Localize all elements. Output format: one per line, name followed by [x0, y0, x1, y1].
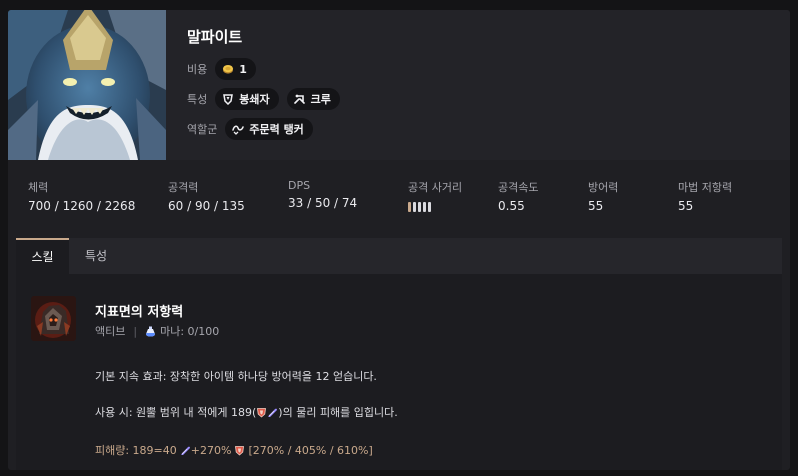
champion-header: 말파이트 비용 1 특성 봉쇄자 크루 역할군 주문력 탱커 [8, 10, 790, 160]
range-segment [418, 202, 421, 212]
skill-active-text-end: )의 물리 피해를 입힙니다. [278, 406, 398, 419]
stat-value: 55 [588, 199, 604, 213]
champion-portrait [8, 10, 166, 160]
stat-label: 공격속도 [498, 181, 539, 194]
damage-values: [270% / 405% / 610%] [248, 443, 373, 457]
stat-value: 700 / 1260 / 2268 [28, 199, 136, 213]
range-segment [423, 202, 426, 212]
trait-label-1: 봉쇄자 [239, 93, 270, 106]
spell-tank-icon [232, 123, 245, 135]
range-segment [413, 202, 416, 212]
stats-bar: 체력 700 / 1260 / 2268 공격력 60 / 90 / 135 D… [8, 160, 790, 230]
stat-value: 60 / 90 / 135 [168, 199, 245, 213]
ability-power-icon [267, 407, 278, 418]
stat-armor: 방어력 55 [588, 179, 618, 213]
role-value: 주문력 탱커 [249, 123, 304, 136]
shield-trait-icon [222, 93, 234, 105]
champion-name: 말파이트 [187, 28, 243, 46]
cost-chip: 1 [215, 58, 256, 80]
skill-mana: 마나: 0/100 [160, 325, 220, 338]
trait-chip-2[interactable]: 크루 [286, 88, 340, 110]
role-row: 역할군 주문력 탱커 [187, 118, 321, 140]
traits-row: 특성 봉쇄자 크루 [187, 88, 348, 110]
stat-value: 55 [678, 199, 694, 213]
role-chip: 주문력 탱커 [225, 118, 313, 140]
stat-label: 공격력 [168, 181, 199, 194]
attack-range-indicator [408, 202, 462, 212]
trait-chip-1[interactable]: 봉쇄자 [215, 88, 279, 110]
stat-label: 방어력 [588, 181, 619, 194]
detail-tabs: 스킬 특성 [16, 238, 782, 274]
cost-row: 비용 1 [187, 58, 264, 80]
stat-value: 33 / 50 / 74 [288, 196, 358, 210]
stat-magic-resist: 마법 저항력 55 [678, 179, 732, 213]
skill-passive-text: 기본 지속 효과: 장착한 아이템 하나당 방어력을 12 얻습니다. [95, 370, 377, 383]
skill-panel: 지표면의 저항력 액티브 | 마나: 0/100 기본 지속 효과: 장착한 아… [16, 274, 782, 470]
mana-potion-icon [145, 326, 156, 337]
trait-label-2: 크루 [310, 93, 331, 106]
ability-power-icon [180, 445, 191, 456]
tab-skill[interactable]: 스킬 [16, 238, 69, 274]
skill-meta: 액티브 | 마나: 0/100 [95, 323, 219, 339]
stat-label: 마법 저항력 [678, 181, 733, 194]
skill-active-line: 사용 시: 원뿔 범위 내 적에게 189( )의 물리 피해를 입힙니다. [95, 404, 398, 420]
stat-attack-damage: 공격력 60 / 90 / 135 [168, 179, 245, 213]
crew-trait-icon [293, 93, 306, 105]
stat-label: 체력 [28, 181, 49, 194]
role-label: 역할군 [187, 123, 218, 136]
stat-dps: DPS 33 / 50 / 74 [288, 179, 357, 210]
damage-label: 피해량: 189=40 [95, 444, 177, 457]
skill-name: 지표면의 저항력 [95, 305, 184, 320]
skill-type: 액티브 [95, 325, 126, 338]
stat-value: 0.55 [498, 199, 525, 213]
cost-label: 비용 [187, 63, 208, 76]
stat-health: 체력 700 / 1260 / 2268 [28, 179, 135, 213]
cost-value: 1 [239, 62, 247, 76]
stat-attack-speed: 공격속도 0.55 [498, 179, 538, 213]
coin-icon [222, 63, 234, 75]
traits-label: 특성 [187, 93, 208, 106]
range-segment [408, 202, 411, 212]
meta-divider: | [133, 324, 138, 338]
armor-icon [234, 445, 245, 456]
skill-damage-line: 피해량: 189=40 +270% [270% / 405% / 610%] [95, 442, 373, 458]
skill-active-text-start: 사용 시: 원뿔 범위 내 적에게 189( [95, 406, 257, 419]
stat-label: DPS [288, 179, 311, 192]
skill-icon [31, 296, 76, 341]
range-segment [428, 202, 431, 212]
stat-label: 공격 사거리 [408, 181, 463, 194]
stat-attack-range: 공격 사거리 [408, 179, 462, 212]
damage-ratio: +270% [190, 443, 232, 457]
armor-icon [256, 407, 267, 418]
champion-card: 말파이트 비용 1 특성 봉쇄자 크루 역할군 주문력 탱커 체력 700 / … [8, 10, 790, 470]
tab-traits[interactable]: 특성 [69, 238, 123, 274]
